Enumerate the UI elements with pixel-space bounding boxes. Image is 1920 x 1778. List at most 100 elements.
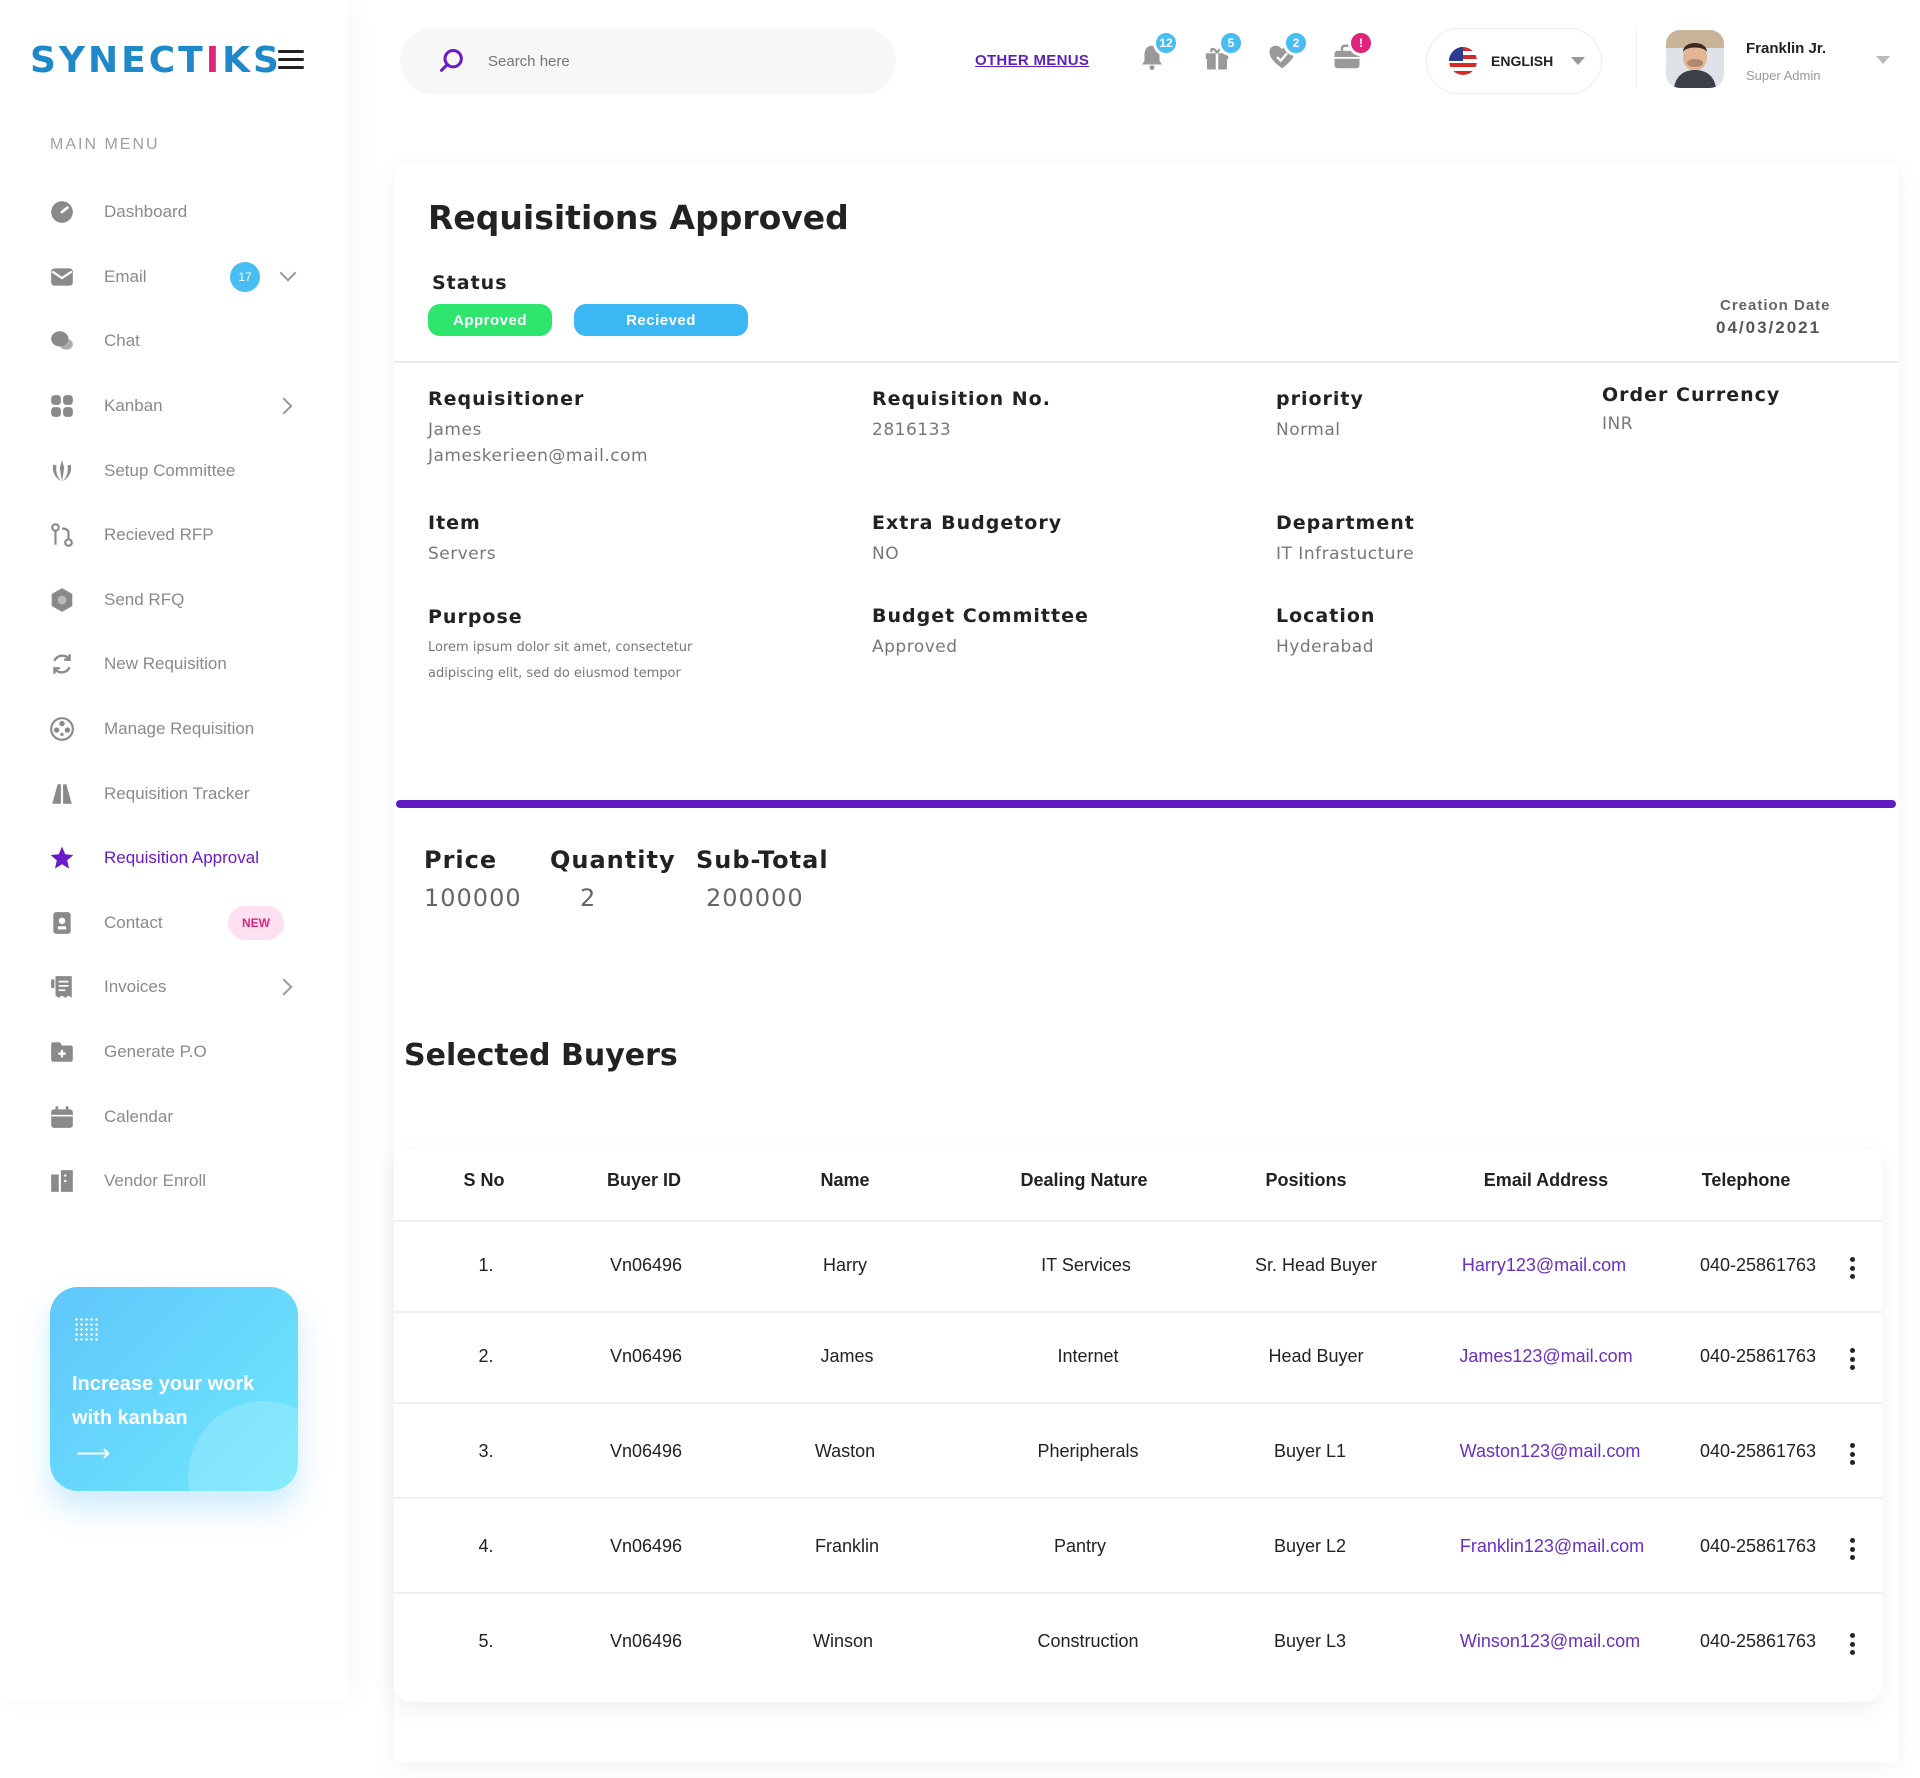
search-icon[interactable] xyxy=(438,47,466,75)
kanban-promo-card[interactable]: Increase your work with kanban ⟶ xyxy=(50,1287,298,1491)
location-value: Hyderabad xyxy=(1276,637,1374,657)
table-cell-nature: Internet xyxy=(1057,1346,1119,1366)
chevron-right-icon[interactable] xyxy=(275,397,293,415)
sidebar-item-requisition-approval[interactable]: Requisition Approval xyxy=(48,826,308,891)
table-cell-email[interactable]: Waston123@mail.com xyxy=(1460,1441,1641,1462)
sidebar-item-generate-po[interactable]: Generate P.O xyxy=(48,1020,308,1085)
table-cell-phone: 040-25861763 xyxy=(1699,1441,1817,1461)
contact-book-icon xyxy=(48,909,76,937)
caret-down-icon xyxy=(1571,57,1586,65)
page: SYNECTIKS MAIN MENU Dashboard Email 17 C… xyxy=(0,0,1920,1778)
column-header[interactable]: Email Address xyxy=(1484,1170,1608,1191)
table-cell-name: Waston xyxy=(814,1441,876,1461)
sidebar-item-label: Contact xyxy=(104,912,163,932)
column-header[interactable]: Name xyxy=(820,1170,869,1191)
sidebar-item-new-requisition[interactable]: New Requisition xyxy=(48,632,308,697)
status-approved-badge[interactable]: Approved xyxy=(428,304,552,336)
table-cell-nature: IT Services xyxy=(1041,1255,1131,1275)
sidebar-item-send-rfq[interactable]: Send RFQ xyxy=(48,568,308,633)
table-cell-name: Harry xyxy=(823,1255,867,1275)
table-cell-buyer-id: Vn06496 xyxy=(609,1536,683,1556)
column-header[interactable]: Dealing Nature xyxy=(1020,1170,1147,1191)
sidebar-item-manage-requisition[interactable]: Manage Requisition xyxy=(48,697,308,762)
table-cell-position: Head Buyer xyxy=(1268,1346,1364,1366)
notification-bell[interactable]: 12 xyxy=(1137,30,1179,76)
price-label: Price xyxy=(424,846,498,874)
sidebar-item-label: Calendar xyxy=(104,1106,173,1126)
star-icon xyxy=(48,844,76,872)
refresh-icon xyxy=(48,650,76,678)
notification-gift[interactable]: 5 xyxy=(1202,30,1244,76)
price-value: 100000 xyxy=(424,884,522,912)
language-selector[interactable]: ENGLISH xyxy=(1426,28,1602,94)
status-received-badge[interactable]: Recieved xyxy=(574,304,748,336)
row-more-icon[interactable] xyxy=(1842,1345,1862,1373)
table-cell-phone: 040-25861763 xyxy=(1699,1255,1817,1275)
extra-budget-label: Extra Budgetory xyxy=(872,512,1063,534)
table-cell-phone: 040-25861763 xyxy=(1699,1536,1817,1556)
alert-badge: ! xyxy=(1348,30,1374,56)
column-header[interactable]: S No xyxy=(463,1170,504,1191)
sidebar-item-recieved-rfp[interactable]: Recieved RFP xyxy=(48,503,308,568)
header-divider xyxy=(1636,30,1637,88)
table-cell-sno: 2. xyxy=(478,1346,494,1366)
notification-favorites[interactable]: 2 xyxy=(1267,30,1309,76)
table-cell-nature: Construction xyxy=(1037,1631,1139,1651)
sidebar-item-label: Generate P.O xyxy=(104,1042,207,1062)
sidebar-item-chat[interactable]: Chat xyxy=(48,309,308,374)
table-cell-buyer-id: Vn06496 xyxy=(609,1346,683,1366)
arrow-right-icon[interactable]: ⟶ xyxy=(76,1439,110,1468)
column-header[interactable]: Telephone xyxy=(1702,1170,1791,1191)
table-cell-email[interactable]: Winson123@mail.com xyxy=(1460,1631,1640,1652)
dots-grid-icon xyxy=(74,1317,98,1341)
table-cell-email[interactable]: Franklin123@mail.com xyxy=(1460,1536,1644,1557)
promo-text: Increase your work with kanban xyxy=(72,1373,255,1429)
sidebar-item-label: Email xyxy=(104,266,147,286)
department-label: Department xyxy=(1276,512,1415,534)
avatar[interactable] xyxy=(1666,30,1724,88)
table-cell-email[interactable]: Harry123@mail.com xyxy=(1462,1255,1626,1276)
row-more-icon[interactable] xyxy=(1842,1535,1862,1563)
sidebar-item-email[interactable]: Email 17 xyxy=(48,245,308,310)
search-input[interactable] xyxy=(488,52,848,70)
selected-buyers-title: Selected Buyers xyxy=(404,1038,678,1073)
table-cell-position: Sr. Head Buyer xyxy=(1254,1255,1378,1275)
sidebar-item-contact[interactable]: Contact NEW xyxy=(48,891,308,956)
row-more-icon[interactable] xyxy=(1842,1630,1862,1658)
other-menus-link[interactable]: OTHER MENUS xyxy=(975,52,1089,69)
sidebar-item-setup-committee[interactable]: Setup Committee xyxy=(48,438,308,503)
item-value: Servers xyxy=(428,544,497,564)
order-currency-label: Order Currency xyxy=(1602,384,1781,406)
page-title: Requisitions Approved xyxy=(428,198,849,237)
search-bar[interactable] xyxy=(400,28,896,94)
sidebar-item-label: Manage Requisition xyxy=(104,719,255,739)
column-header[interactable]: Buyer ID xyxy=(607,1170,681,1191)
quantity-value: 2 xyxy=(580,884,597,912)
row-more-icon[interactable] xyxy=(1842,1440,1862,1468)
sidebar-item-vendor-enroll[interactable]: Vendor Enroll xyxy=(48,1149,308,1214)
location-label: Location xyxy=(1276,605,1376,627)
user-menu-caret-icon[interactable] xyxy=(1876,56,1890,64)
chevron-down-icon[interactable] xyxy=(279,264,297,282)
sidebar-item-kanban[interactable]: Kanban xyxy=(48,374,308,439)
calendar-icon xyxy=(48,1103,76,1131)
sidebar-item-requisition-tracker[interactable]: Requisition Tracker xyxy=(48,761,308,826)
table-cell-name: Winson xyxy=(812,1631,874,1651)
table-cell-nature: Pheripherals xyxy=(1037,1441,1139,1461)
priority-label: priority xyxy=(1276,388,1364,410)
sidebar-item-invoices[interactable]: Invoices xyxy=(48,955,308,1020)
notification-briefcase[interactable]: ! xyxy=(1332,30,1374,76)
chevron-right-icon[interactable] xyxy=(275,978,293,996)
row-more-icon[interactable] xyxy=(1842,1254,1862,1282)
table-cell-email[interactable]: James123@mail.com xyxy=(1459,1346,1632,1367)
section-divider xyxy=(396,800,1896,808)
menu-toggle-icon[interactable] xyxy=(278,50,304,70)
logo[interactable]: SYNECTIKS xyxy=(30,40,282,81)
sidebar-item-label: Vendor Enroll xyxy=(104,1171,207,1191)
column-header[interactable]: Positions xyxy=(1265,1170,1346,1191)
sidebar-item-dashboard[interactable]: Dashboard xyxy=(48,180,308,245)
sidebar-item-calendar[interactable]: Calendar xyxy=(48,1084,308,1149)
table-cell-sno: 1. xyxy=(478,1255,494,1275)
table-cell-sno: 4. xyxy=(478,1536,494,1556)
menu-title: MAIN MENU xyxy=(50,136,160,153)
